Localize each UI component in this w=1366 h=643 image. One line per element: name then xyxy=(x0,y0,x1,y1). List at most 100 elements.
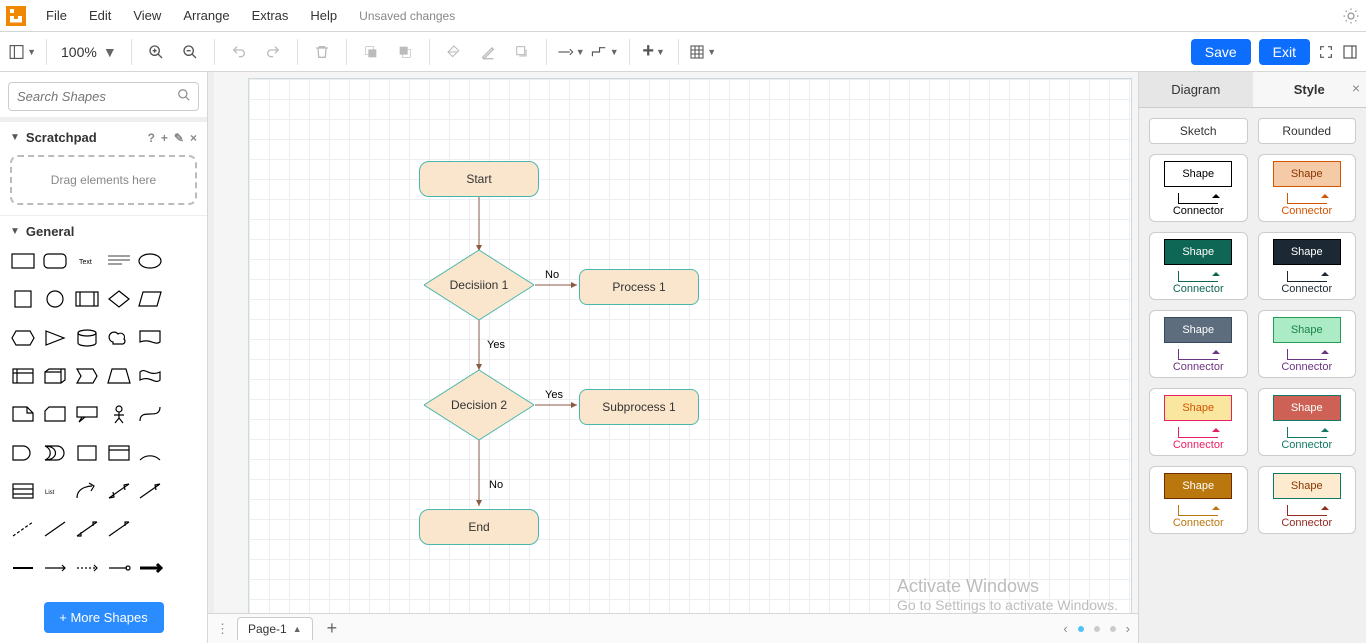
style-preset-6[interactable]: ShapeConnector xyxy=(1149,388,1248,456)
page-dot-1[interactable] xyxy=(1078,626,1084,632)
shape-rounded-rect[interactable] xyxy=(42,251,68,271)
outline-handle[interactable] xyxy=(208,72,214,643)
shape-blank8a[interactable] xyxy=(137,519,163,539)
rounded-toggle[interactable]: Rounded xyxy=(1258,118,1357,144)
menu-help[interactable]: Help xyxy=(300,4,347,27)
tab-diagram[interactable]: Diagram xyxy=(1139,72,1253,107)
redo-icon[interactable] xyxy=(259,38,287,66)
shape-text[interactable]: Text xyxy=(74,251,100,271)
shape-container[interactable] xyxy=(106,443,132,463)
page-tab-1[interactable]: Page-1▲ xyxy=(237,617,313,640)
shape-internal-storage[interactable] xyxy=(10,366,36,386)
shape-link2[interactable] xyxy=(42,558,68,578)
more-shapes-button[interactable]: + More Shapes xyxy=(44,602,164,633)
shape-ellipse[interactable] xyxy=(137,251,163,271)
node-start[interactable]: Start xyxy=(419,161,539,197)
shape-blank2[interactable] xyxy=(169,289,195,309)
shape-document[interactable] xyxy=(137,328,163,348)
collapse-panel-icon[interactable] xyxy=(1342,44,1358,60)
shape-card[interactable] xyxy=(42,404,68,424)
shape-cylinder[interactable] xyxy=(74,328,100,348)
menu-view[interactable]: View xyxy=(123,4,171,27)
shape-bidir-line[interactable] xyxy=(74,519,100,539)
shape-list-item[interactable]: List xyxy=(42,481,68,501)
scratchpad-help-icon[interactable]: ? xyxy=(148,131,155,145)
save-button[interactable]: Save xyxy=(1191,39,1251,65)
style-preset-8[interactable]: ShapeConnector xyxy=(1149,466,1248,534)
shape-tape[interactable] xyxy=(137,366,163,386)
shape-line[interactable] xyxy=(42,519,68,539)
shadow-icon[interactable] xyxy=(508,38,536,66)
node-end[interactable]: End xyxy=(419,509,539,545)
style-preset-7[interactable]: ShapeConnector xyxy=(1258,388,1357,456)
scratchpad-close-icon[interactable]: × xyxy=(190,131,197,145)
shape-blank4[interactable] xyxy=(169,366,195,386)
shape-blank9[interactable] xyxy=(169,558,195,578)
menu-edit[interactable]: Edit xyxy=(79,4,121,27)
insert-icon[interactable]: +▼ xyxy=(640,38,668,66)
zoom-out-icon[interactable] xyxy=(176,38,204,66)
node-subprocess1[interactable]: Subprocess 1 xyxy=(579,389,699,425)
style-preset-9[interactable]: ShapeConnector xyxy=(1258,466,1357,534)
undo-icon[interactable] xyxy=(225,38,253,66)
shape-note[interactable] xyxy=(10,404,36,424)
shape-diamond[interactable] xyxy=(106,289,132,309)
canvas[interactable]: No Yes Yes No Start Decisiion 1 Process … xyxy=(208,72,1138,643)
scratchpad-header[interactable]: ▼Scratchpad ? + ✎ × xyxy=(0,121,207,151)
fill-color-icon[interactable] xyxy=(440,38,468,66)
tab-style[interactable]: Style xyxy=(1253,72,1366,107)
waypoint-icon[interactable]: ▼ xyxy=(591,38,619,66)
page-menu-icon[interactable]: ⋮ xyxy=(216,621,229,637)
shape-rect[interactable] xyxy=(10,251,36,271)
style-preset-0[interactable]: ShapeConnector xyxy=(1149,154,1248,222)
search-icon[interactable] xyxy=(177,88,191,105)
shape-curve[interactable] xyxy=(137,404,163,424)
shape-blank5[interactable] xyxy=(169,404,195,424)
connection-icon[interactable]: ▼ xyxy=(557,38,585,66)
shape-textbox[interactable] xyxy=(106,251,132,271)
shape-step[interactable] xyxy=(74,366,100,386)
style-preset-2[interactable]: ShapeConnector xyxy=(1149,232,1248,300)
shape-link3[interactable] xyxy=(74,558,100,578)
page-dot-3[interactable] xyxy=(1110,626,1116,632)
shape-trapezoid[interactable] xyxy=(106,366,132,386)
shape-process[interactable] xyxy=(74,289,100,309)
menu-file[interactable]: File xyxy=(36,4,77,27)
shape-callout[interactable] xyxy=(74,404,100,424)
scratchpad-edit-icon[interactable]: ✎ xyxy=(174,131,184,145)
style-preset-5[interactable]: ShapeConnector xyxy=(1258,310,1357,378)
shape-circle[interactable] xyxy=(42,289,68,309)
shape-triangle[interactable] xyxy=(42,328,68,348)
scratchpad-add-icon[interactable]: + xyxy=(161,131,168,145)
to-front-icon[interactable] xyxy=(357,38,385,66)
table-icon[interactable]: ▼ xyxy=(689,38,717,66)
style-preset-1[interactable]: ShapeConnector xyxy=(1258,154,1357,222)
style-preset-4[interactable]: ShapeConnector xyxy=(1149,310,1248,378)
shape-data-store[interactable] xyxy=(74,443,100,463)
shape-bidirectional-arrow[interactable] xyxy=(106,481,132,501)
shape-blank7[interactable] xyxy=(169,481,195,501)
shape-blank3[interactable] xyxy=(169,328,195,348)
zoom-in-icon[interactable] xyxy=(142,38,170,66)
shape-arc[interactable] xyxy=(137,443,163,463)
scratchpad-dropzone[interactable]: Drag elements here xyxy=(10,155,197,205)
shape-blank8[interactable] xyxy=(169,519,195,539)
menu-arrange[interactable]: Arrange xyxy=(173,4,239,27)
shape-dashed-line[interactable] xyxy=(10,519,36,539)
shape-square[interactable] xyxy=(10,289,36,309)
to-back-icon[interactable] xyxy=(391,38,419,66)
panel-close-icon[interactable]: × xyxy=(1352,80,1360,96)
shape-list[interactable] xyxy=(10,481,36,501)
drawing-area[interactable]: No Yes Yes No Start Decisiion 1 Process … xyxy=(248,78,1132,621)
shape-blank6[interactable] xyxy=(169,443,195,463)
shape-cloud[interactable] xyxy=(106,328,132,348)
line-color-icon[interactable] xyxy=(474,38,502,66)
delete-icon[interactable] xyxy=(308,38,336,66)
view-dropdown[interactable]: ▼ xyxy=(8,38,36,66)
shape-or[interactable] xyxy=(42,443,68,463)
search-shapes-input[interactable] xyxy=(8,82,199,111)
shape-link5[interactable] xyxy=(137,558,163,578)
page-prev-icon[interactable]: ‹ xyxy=(1063,621,1067,636)
add-page-icon[interactable]: + xyxy=(321,618,344,639)
node-decision2[interactable]: Decision 2 xyxy=(424,370,534,440)
